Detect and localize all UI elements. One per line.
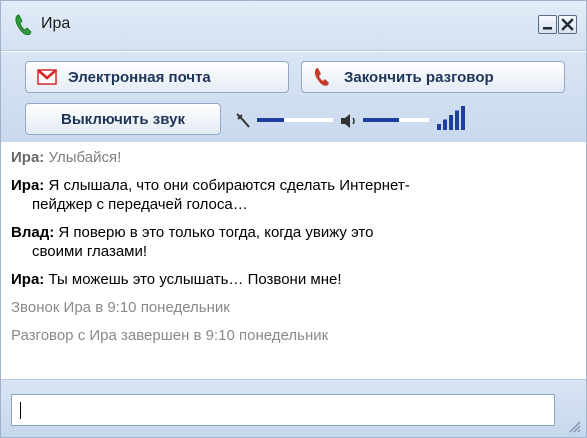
close-button[interactable] (558, 15, 577, 34)
minimize-button[interactable] (538, 15, 557, 34)
phone-icon (15, 14, 32, 36)
list-item: Ира: Я слышала, что они собираются сдела… (11, 176, 576, 214)
text-caret (20, 402, 21, 419)
message-text: Улыбайся! (48, 149, 122, 166)
message-sender: Ира: (11, 271, 45, 288)
signal-bar (449, 115, 453, 130)
close-icon (561, 18, 574, 31)
hangup-button-label: Закончить разговор (344, 68, 494, 86)
message-text-continuation: пейджер с передачей голоса… (32, 196, 248, 213)
signal-bar (437, 124, 441, 130)
email-button[interactable]: Электронная почта (25, 61, 289, 93)
message-list: Ира: Улыбайся! Ира: Я слышала, что они с… (11, 148, 576, 373)
list-item: Ира: Улыбайся! (11, 148, 576, 167)
title-bar[interactable]: Ира (1, 1, 586, 51)
signal-strength-icon (437, 106, 465, 130)
system-message: Разговор с Ира завершен в 9:10 понедельн… (11, 327, 329, 344)
call-toolbar: Электронная почта Закончить разговор Вык… (1, 52, 586, 142)
window-title: Ира (41, 15, 71, 32)
signal-bar (443, 119, 447, 130)
signal-bar (455, 110, 459, 130)
speaker-level-bar[interactable] (363, 116, 429, 124)
message-text: Я слышала, что они собираются сделать Ин… (48, 177, 410, 194)
list-item: Ира: Ты можешь это услышать… Позвони мне… (11, 270, 576, 289)
message-text-continuation: своими глазами! (32, 243, 148, 260)
message-sender: Ира: (11, 149, 45, 166)
list-item: Влад: Я поверю в это только тогда, когда… (11, 223, 576, 261)
hangup-phone-icon (314, 68, 329, 86)
message-sender: Влад: (11, 224, 55, 241)
message-sender: Ира: (11, 177, 45, 194)
chat-input[interactable] (11, 394, 555, 426)
input-bar (1, 379, 586, 437)
microphone-level-bar[interactable] (257, 116, 333, 124)
speaker-icon (341, 114, 355, 128)
email-button-label: Электронная почта (68, 68, 211, 86)
hangup-button[interactable]: Закончить разговор (301, 61, 565, 93)
minimize-icon (543, 27, 552, 30)
message-text: Я поверю в это только тогда, когда увижу… (58, 224, 374, 241)
chat-window: Ира Электронная почта Закончить разговор (0, 0, 587, 438)
signal-bar (461, 106, 465, 130)
mute-button-label: Выключить звук (61, 110, 185, 128)
microphone-icon (236, 113, 250, 128)
gmail-icon (37, 69, 57, 85)
resize-grip-icon[interactable] (564, 418, 582, 434)
mute-button[interactable]: Выключить звук (25, 103, 221, 135)
system-message: Звонок Ира в 9:10 понедельник (11, 299, 230, 316)
message-text: Ты можешь это услышать… Позвони мне! (48, 271, 342, 288)
